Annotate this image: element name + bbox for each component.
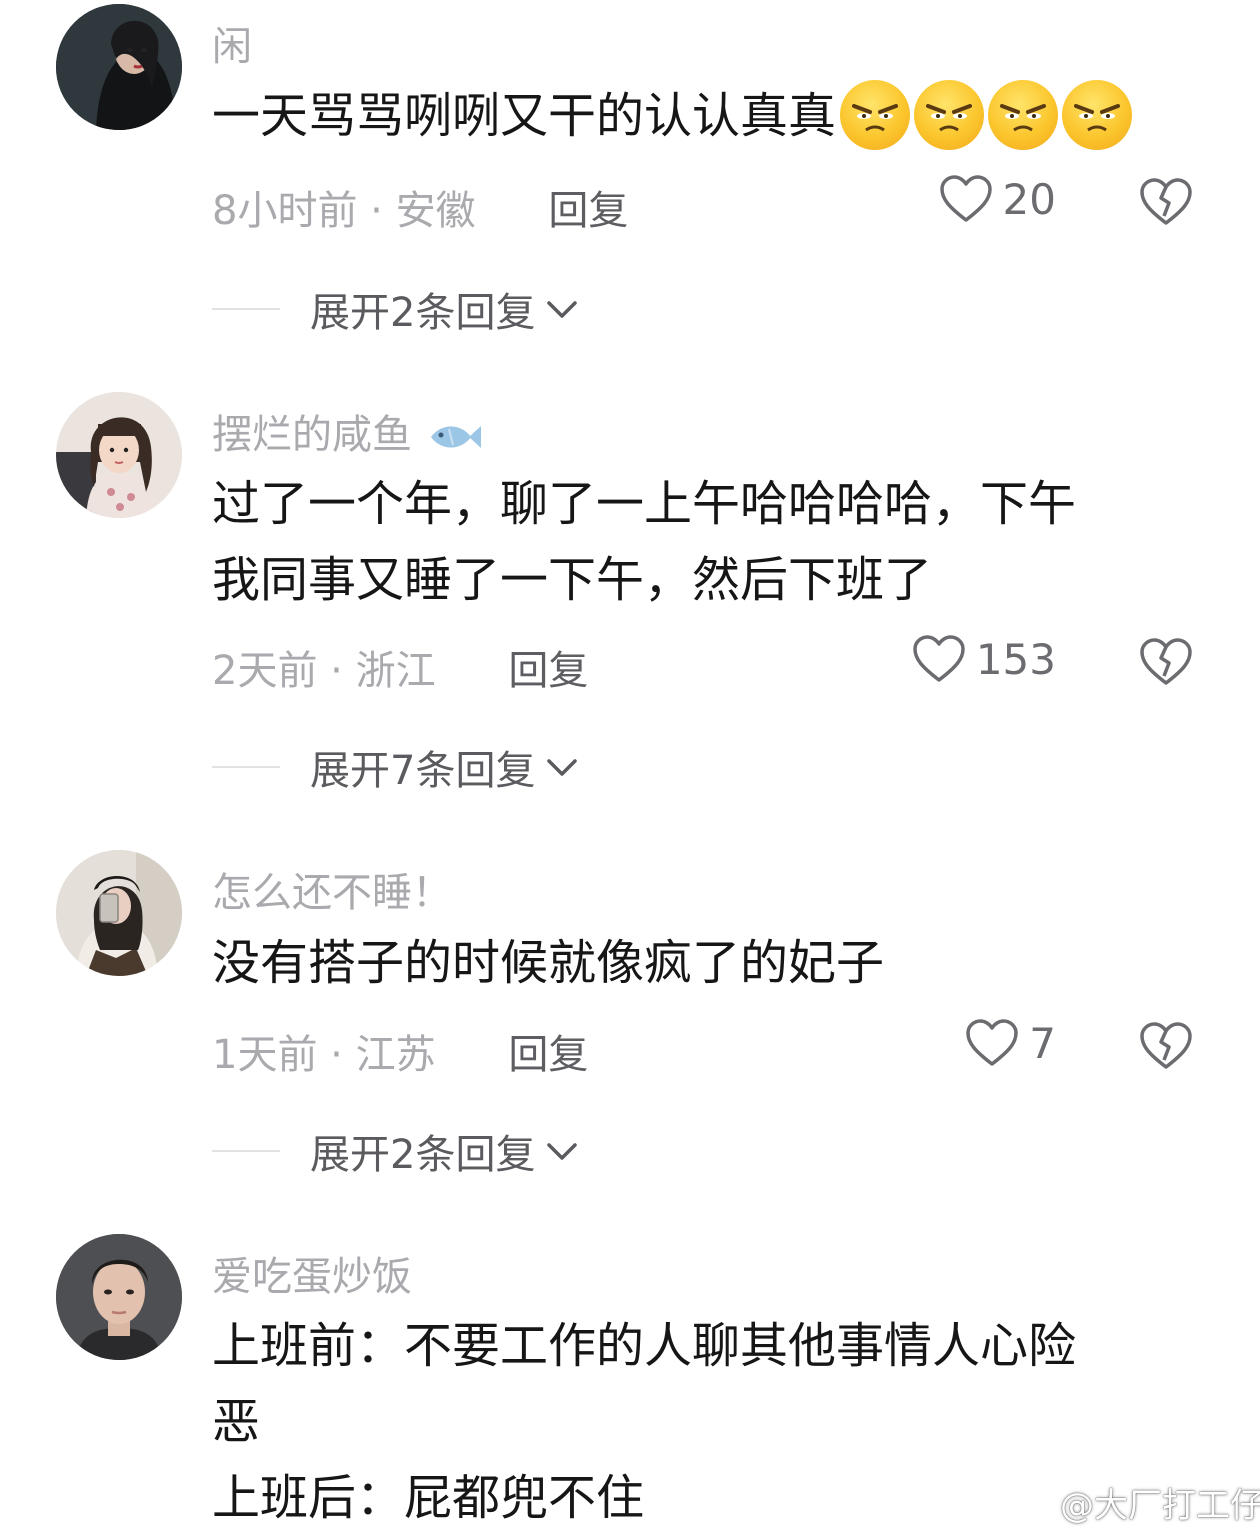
heart-icon	[966, 1019, 1019, 1066]
divider	[212, 308, 280, 310]
avatar[interactable]	[56, 1234, 182, 1360]
meta-separator: ·	[370, 188, 383, 234]
comment-text-body: 一天骂骂咧咧又干的认认真真	[212, 88, 837, 144]
fish-icon	[430, 426, 481, 448]
comment-text-line: 我同事又睡了一下午，然后下班了	[212, 552, 933, 608]
divider	[212, 766, 280, 768]
heart-icon	[913, 635, 965, 682]
meta-separator: ·	[330, 648, 343, 694]
dislike-button[interactable]	[1138, 176, 1194, 232]
heart-icon	[939, 175, 992, 222]
chevron-down-icon	[547, 301, 578, 318]
comment-username-text: 摆烂的咸鱼	[212, 412, 412, 458]
expand-replies[interactable]: 展开7条回复	[212, 738, 579, 796]
expand-replies-label[interactable]: 展开2条回复	[310, 280, 535, 338]
weibo-logo-icon	[1010, 1487, 1052, 1519]
comment-username[interactable]: 怎么还不睡！	[212, 860, 452, 918]
expand-replies-label[interactable]: 展开2条回复	[310, 1122, 535, 1180]
reply-button[interactable]: 回复	[548, 188, 628, 234]
angry-face-emoji-icon	[988, 80, 1059, 150]
like-count: 20	[1002, 174, 1056, 224]
comment-time: 1天前	[212, 1032, 318, 1078]
like-button[interactable]: 20	[939, 174, 1056, 224]
broken-heart-icon	[1140, 178, 1192, 225]
comment-meta: 2天前 · 浙江 回复	[212, 638, 588, 696]
watermark-text: @大厂打工仔	[1060, 1486, 1260, 1526]
comment-username[interactable]: 闲	[212, 14, 252, 72]
chevron-down-icon	[547, 1143, 578, 1160]
angry-face-emoji-icon	[914, 80, 985, 150]
comment-username[interactable]: 爱吃蛋炒饭	[212, 1244, 412, 1302]
angry-face-emoji-icon	[840, 80, 911, 150]
divider	[212, 1150, 280, 1152]
avatar[interactable]	[56, 850, 182, 976]
comment-username[interactable]: 摆烂的咸鱼	[212, 402, 483, 460]
comment-time: 8小时前	[212, 188, 358, 234]
broken-heart-icon	[1140, 1022, 1192, 1069]
comment-meta: 1天前 · 江苏 回复	[212, 1022, 588, 1080]
chevron-down-icon	[547, 759, 578, 776]
expand-replies-label[interactable]: 展开7条回复	[310, 738, 535, 796]
comment-meta: 8小时前 · 安徽 回复	[212, 178, 628, 236]
avatar[interactable]	[56, 392, 182, 518]
comment-location: 江苏	[355, 1032, 436, 1078]
like-button[interactable]: 153	[912, 634, 1056, 684]
dislike-button[interactable]	[1138, 636, 1194, 692]
meta-separator: ·	[330, 1032, 343, 1078]
watermark: @大厂打工仔	[1010, 1478, 1260, 1527]
comment-time: 2天前	[212, 648, 318, 694]
like-button[interactable]: 7	[965, 1018, 1056, 1068]
broken-heart-icon	[1140, 638, 1192, 685]
comment-text-line: 上班前：不要工作的人聊其他事情人心险	[212, 1318, 1077, 1374]
comment-location: 浙江	[355, 648, 436, 694]
like-count: 153	[975, 634, 1056, 684]
expand-replies[interactable]: 展开2条回复	[212, 280, 579, 338]
dislike-button[interactable]	[1138, 1020, 1194, 1076]
comment-text-line: 恶	[212, 1394, 261, 1450]
comment-text: 没有搭子的时候就像疯了的妃子	[212, 935, 885, 991]
comment-text: 一天骂骂咧咧又干的认认真真	[212, 78, 1202, 154]
reply-button[interactable]: 回复	[508, 648, 588, 694]
expand-replies[interactable]: 展开2条回复	[212, 1122, 579, 1180]
reply-button[interactable]: 回复	[508, 1032, 588, 1078]
comment-location: 安徽	[395, 188, 476, 234]
angry-face-emoji-icon	[1062, 80, 1133, 150]
avatar[interactable]	[56, 4, 182, 130]
comment-text: 过了一个年，聊了一上午哈哈哈哈，下午 我同事又睡了一下午，然后下班了	[212, 466, 1202, 618]
like-count: 7	[1029, 1018, 1056, 1068]
comment-text-line: 过了一个年，聊了一上午哈哈哈哈，下午	[212, 476, 1077, 532]
